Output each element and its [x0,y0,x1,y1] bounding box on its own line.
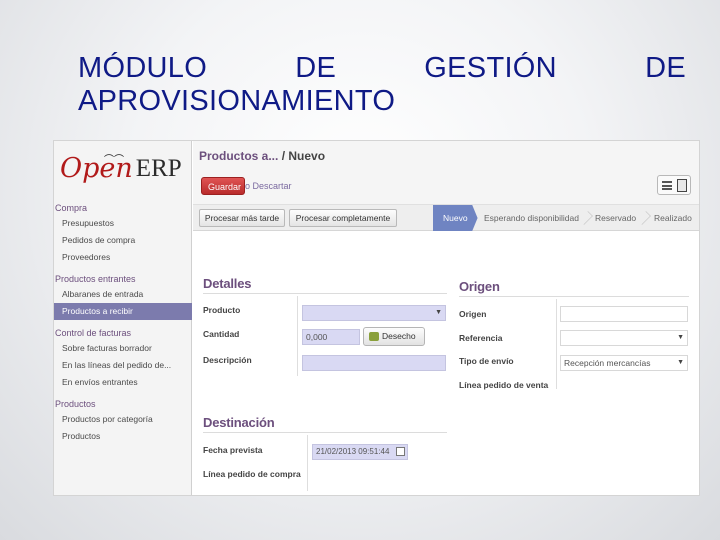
openerp-screenshot: ⌒⌒ Open ERP Compra Presupuestos Pedidos … [53,140,700,496]
sidebar-menu: Compra Presupuestos Pedidos de compra Pr… [54,199,192,445]
linea-pedido-compra-label: Línea pedido de compra [203,469,301,479]
cantidad-input[interactable]: 0,000 [302,329,360,345]
cantidad-label: Cantidad [203,329,240,339]
breadcrumb-current: Nuevo [288,149,326,163]
group-divider [459,296,689,297]
sidebar-item-proveedores[interactable]: Proveedores [54,249,192,266]
logo-erp-text: ERP [135,155,182,182]
label-column-divider [556,299,557,389]
sidebar-item-productos-recibir[interactable]: Productos a recibir [54,303,192,320]
sidebar-item-facturas-borrador[interactable]: Sobre facturas borrador [54,340,192,357]
origen-input[interactable] [560,306,688,322]
save-button[interactable]: Guardar [201,177,245,195]
tipo-envio-select[interactable]: Recepción mercancías ▼ [560,355,688,371]
breadcrumb-parent-link[interactable]: Productos a... [199,149,278,163]
referencia-select[interactable]: ▼ [560,330,688,346]
list-view-icon[interactable] [662,181,672,190]
sidebar-item-presupuestos[interactable]: Presupuestos [54,215,192,232]
producto-label: Producto [203,305,241,315]
calendar-icon[interactable] [396,447,405,456]
sidebar-item-lineas-pedido[interactable]: En las líneas del pedido de... [54,357,192,374]
process-later-button[interactable]: Procesar más tarde [199,209,285,227]
view-switcher [657,175,691,195]
main-panel: Productos a... / Nuevo Guardar o Descart… [193,141,699,495]
openerp-logo[interactable]: ⌒⌒ Open ERP [60,149,182,189]
label-column-divider [307,435,308,491]
producto-select[interactable]: ▼ [302,305,446,321]
chevron-down-icon: ▼ [677,359,684,366]
slide-title-line-1: MÓDULO DE GESTIÓN DE [78,52,686,85]
slide-title-word: DE [295,52,337,84]
slide-title-word: GESTIÓN [424,52,557,84]
referencia-label: Referencia [459,333,503,343]
sidebar-section-productos: Productos [55,399,96,409]
chevron-down-icon: ▼ [677,334,684,341]
breadcrumb-separator: / [281,149,286,163]
top-bar: Productos a... / Nuevo Guardar o Descart… [193,141,699,205]
descripcion-label: Descripción [203,355,252,365]
sidebar-item-envios-entrantes[interactable]: En envíos entrantes [54,374,192,391]
form-view-icon[interactable] [677,179,687,192]
chevron-down-icon: ▼ [435,309,442,316]
group-divider [203,293,447,294]
tipo-envio-label: Tipo de envío [459,356,514,366]
group-divider [203,432,447,433]
stage-realizado: Realizado [654,213,692,223]
sidebar-section-compra: Compra [55,203,88,213]
slide-title-line-2: APROVISIONAMIENTO [78,85,396,117]
stage-separator-icon [579,211,593,225]
sidebar-section-control-facturas: Control de facturas [55,328,132,338]
fecha-prevista-label: Fecha prevista [203,445,263,455]
process-completely-button[interactable]: Procesar completamente [289,209,397,227]
sidebar-item-albaranes-entrada[interactable]: Albaranes de entrada [54,286,192,303]
stage-esperando-disponibilidad: Esperando disponibilidad [484,213,579,223]
desecho-button-label: Desecho [382,331,416,341]
stage-nuevo: Nuevo [433,205,478,231]
slide-title: MÓDULO DE GESTIÓN DE APROVISIONAMIENTO [78,52,686,118]
sidebar-item-productos[interactable]: Productos [54,428,192,445]
group-title-detalles: Detalles [203,276,252,291]
descripcion-input[interactable] [302,355,446,371]
group-title-origen: Origen [459,279,500,294]
group-title-destinacion: Destinación [203,415,275,430]
stage-reservado: Reservado [595,213,637,223]
label-column-divider [297,296,298,376]
sidebar: ⌒⌒ Open ERP Compra Presupuestos Pedidos … [54,141,192,495]
sidebar-section-productos-entrantes: Productos entrantes [55,274,136,284]
slide-title-word: DE [645,52,686,84]
desecho-button[interactable]: Desecho [363,327,425,346]
fecha-prevista-input[interactable]: 21/02/2013 09:51:44 [312,444,408,460]
stage-separator-icon [637,211,651,225]
fecha-prevista-value: 21/02/2013 09:51:44 [316,447,390,456]
slide-title-word: MÓDULO [78,52,208,84]
breadcrumb: Productos a... / Nuevo [199,149,325,163]
discard-link[interactable]: o Descartar [245,178,292,194]
move-form: Detalles Producto ▼ Cantidad 0,000 Desec… [193,232,699,495]
sidebar-item-productos-categoria[interactable]: Productos por categoría [54,411,192,428]
sidebar-item-pedidos-compra[interactable]: Pedidos de compra [54,232,192,249]
linea-pedido-venta-label: Línea pedido de venta [459,380,549,390]
origen-label: Origen [459,309,487,319]
workflow-bar: Procesar más tarde Procesar completament… [193,205,699,231]
scrap-icon [369,332,379,341]
logo-bird-icon: ⌒⌒ [104,155,124,166]
tipo-envio-value: Recepción mercancías [564,358,651,368]
